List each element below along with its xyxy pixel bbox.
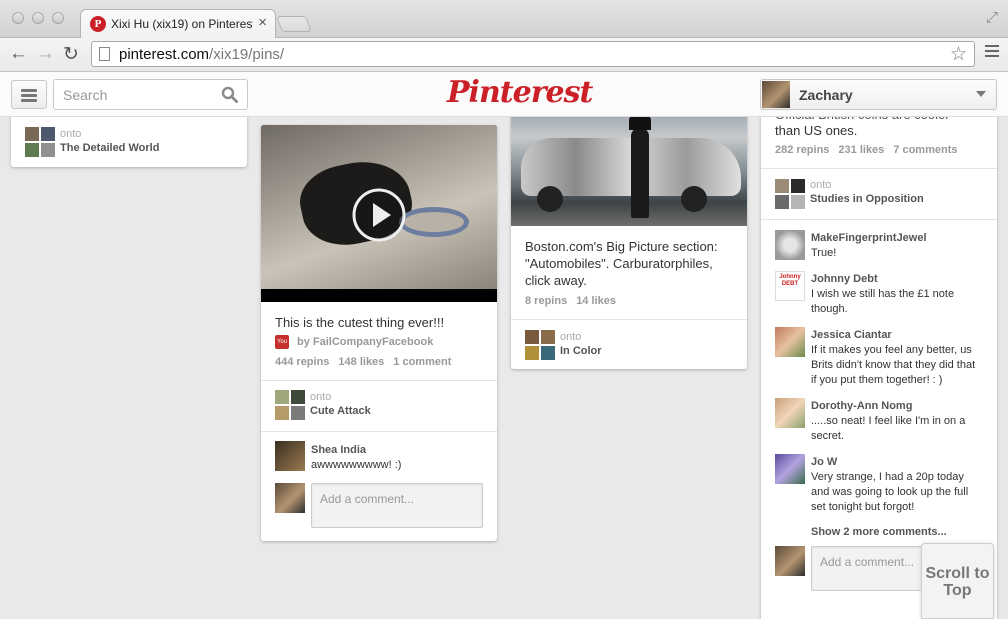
browser-tab-strip: P Xixi Hu (xix19) on Pinterest × ⤢ <box>0 0 1008 39</box>
pin-stats: 8 repins 14 likes <box>525 295 625 307</box>
avatar[interactable] <box>275 441 305 471</box>
back-arrow-icon[interactable]: ← <box>9 43 28 65</box>
chevron-down-icon <box>976 91 986 97</box>
divider <box>761 168 997 169</box>
onto-label: onto <box>560 331 582 343</box>
board-link[interactable]: Studies in Opposition <box>810 193 924 205</box>
pinterest-logo[interactable]: Pinterest <box>447 75 593 111</box>
comment-text: Very strange, I had a 20p today and was … <box>811 471 969 513</box>
comment-input[interactable]: Add a comment... <box>311 483 483 528</box>
comment-author[interactable]: Jessica Ciantar <box>811 329 892 341</box>
pin-stats: 282 repins 231 likes 7 comments <box>775 144 967 156</box>
pinterest-header: Search Pinterest Zachary <box>0 72 1008 117</box>
likes-count[interactable]: 148 likes <box>338 356 384 368</box>
pin-stats: 444 repins 148 likes 1 comment <box>275 356 460 368</box>
minimize-window-button[interactable] <box>32 12 44 24</box>
pinterest-favicon-icon: P <box>90 16 106 32</box>
comment-author[interactable]: Dorothy-Ann Nomg <box>811 400 912 412</box>
pin-card-4: Official British coins are cooler than U… <box>761 100 997 619</box>
search-input[interactable]: Search <box>53 79 248 110</box>
tab-title: Xixi Hu (xix19) on Pinterest <box>111 17 253 31</box>
divider <box>511 319 747 320</box>
onto-label: onto <box>60 128 82 140</box>
pin-image[interactable] <box>511 108 747 226</box>
avatar <box>775 546 805 576</box>
page-icon <box>99 47 110 61</box>
user-name: Zachary <box>799 87 853 103</box>
comment-author[interactable]: Jo W <box>811 456 837 468</box>
board-link[interactable]: Cute Attack <box>310 405 371 417</box>
browser-toolbar: ← → ↻ pinterest.com/xix19/pins/ ☆ <box>0 38 1008 72</box>
bookmark-star-icon[interactable]: ☆ <box>950 43 967 66</box>
close-window-button[interactable] <box>12 12 24 24</box>
fullscreen-icon[interactable]: ⤢ <box>986 9 998 26</box>
board-thumbnails[interactable] <box>775 179 805 209</box>
avatar <box>275 483 305 513</box>
avatar[interactable]: Johnny DEBT <box>775 271 805 301</box>
url-text: pinterest.com/xix19/pins/ <box>119 46 285 63</box>
avatar[interactable] <box>775 327 805 357</box>
comment-text: True! <box>811 247 837 259</box>
comments-count[interactable]: 7 comments <box>893 144 957 156</box>
comment-text: .....so neat! I feel like I'm in on a se… <box>811 415 966 442</box>
hamburger-menu-icon[interactable] <box>11 80 47 109</box>
repins-count[interactable]: 8 repins <box>525 295 567 307</box>
search-icon[interactable] <box>221 86 238 103</box>
avatar <box>762 81 790 108</box>
avatar[interactable] <box>775 454 805 484</box>
comment-text: awwwwwwwww! :) <box>311 459 402 471</box>
forward-arrow-icon[interactable]: → <box>36 43 55 65</box>
pin-card-2: This is the cutest thing ever!!! You by … <box>261 125 497 541</box>
pin-card-3: Boston.com's Big Picture section: "Autom… <box>511 108 747 369</box>
pin-description: This is the cutest thing ever!!! <box>275 315 445 330</box>
avatar[interactable] <box>775 230 805 260</box>
board-link[interactable]: In Color <box>560 345 602 357</box>
reload-icon[interactable]: ↻ <box>63 43 79 66</box>
avatar[interactable] <box>775 398 805 428</box>
divider <box>261 380 497 381</box>
browser-menu-icon[interactable] <box>985 45 999 60</box>
onto-label: onto <box>310 391 332 403</box>
pin-description: Boston.com's Big Picture section: "Autom… <box>525 239 718 288</box>
comment-author[interactable]: Johnny Debt <box>811 273 878 285</box>
comment-text: If it makes you feel any better, us Brit… <box>811 344 976 386</box>
divider <box>261 431 497 432</box>
repins-count[interactable]: 282 repins <box>775 144 829 156</box>
scroll-to-top-button[interactable]: Scroll to Top <box>921 543 994 619</box>
board-link[interactable]: The Detailed World <box>60 142 159 154</box>
divider <box>761 219 997 220</box>
video-thumbnail[interactable] <box>261 125 497 302</box>
board-thumbnails[interactable] <box>275 390 305 420</box>
show-more-comments-link[interactable]: Show 2 more comments... <box>811 526 947 538</box>
comment-author[interactable]: MakeFingerprintJewel <box>811 232 927 244</box>
comment-text: I wish we still has the £1 note though. <box>811 288 955 315</box>
board-thumbnails[interactable] <box>525 330 555 360</box>
user-menu[interactable]: Zachary <box>760 79 997 110</box>
pin-source[interactable]: by FailCompanyFacebook <box>297 336 433 348</box>
search-placeholder: Search <box>63 87 108 103</box>
likes-count[interactable]: 14 likes <box>576 295 616 307</box>
zoom-window-button[interactable] <box>52 12 64 24</box>
board-thumbnails[interactable] <box>25 127 55 157</box>
address-bar[interactable]: pinterest.com/xix19/pins/ ☆ <box>91 41 975 67</box>
likes-count[interactable]: 231 likes <box>838 144 884 156</box>
comment-author[interactable]: Shea India <box>311 444 366 456</box>
pin-description: than US ones. <box>775 123 858 138</box>
new-tab-button[interactable] <box>276 16 312 32</box>
youtube-icon: You <box>275 335 289 349</box>
play-icon[interactable] <box>351 187 407 243</box>
onto-label: onto <box>810 179 832 191</box>
browser-tab-active[interactable]: P Xixi Hu (xix19) on Pinterest × <box>80 9 276 39</box>
comments-count[interactable]: 1 comment <box>393 356 451 368</box>
repins-count[interactable]: 444 repins <box>275 356 329 368</box>
tab-close-icon[interactable]: × <box>258 14 267 31</box>
